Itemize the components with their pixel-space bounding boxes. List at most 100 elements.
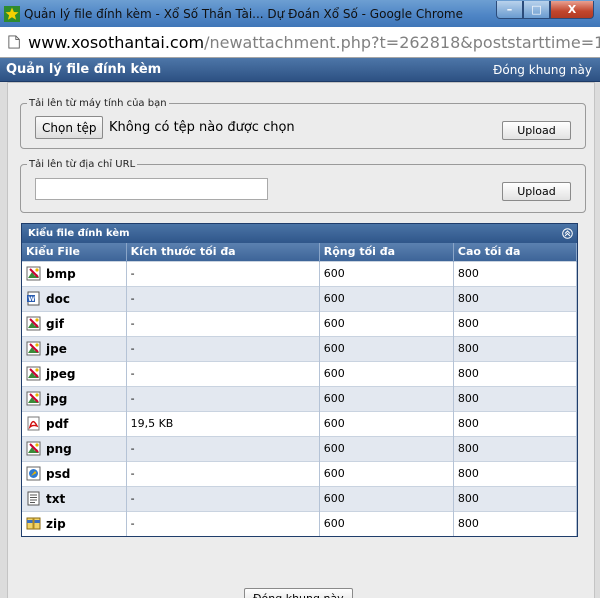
file-type: jpeg <box>46 367 76 381</box>
file-type-cell: pdf <box>22 410 127 436</box>
max-width-cell: 600 <box>319 360 454 386</box>
max-height-cell: 800 <box>453 360 578 386</box>
file-type-cell: gif <box>22 310 127 336</box>
upload-url-group: Tải lên từ địa chỉ URL Upload <box>20 159 586 213</box>
column-header: Cao tối đa <box>453 243 578 261</box>
table-row: psd -600 800 <box>22 460 578 486</box>
upload-local-group: Tải lên từ máy tính của bạn Chọn tệp Khô… <box>20 98 586 149</box>
image-icon <box>26 341 41 356</box>
file-type-cell: zip <box>22 510 127 536</box>
table-row: txt -600 800 <box>22 485 578 511</box>
table-row: png -600 800 <box>22 435 578 461</box>
table-header-row: Kiểu File Kích thước tối đa Rộng tối đa … <box>22 243 578 261</box>
file-type: txt <box>46 492 66 506</box>
max-size-cell: - <box>126 435 320 461</box>
minimize-button[interactable]: – <box>496 1 523 19</box>
column-header: Rộng tối đa <box>319 243 454 261</box>
max-size-cell: - <box>126 310 320 336</box>
file-type: jpg <box>46 392 68 406</box>
text-icon <box>26 491 41 506</box>
file-type: psd <box>46 467 71 481</box>
max-size-cell: - <box>126 260 320 286</box>
choose-file-button[interactable]: Chọn tệp <box>35 116 104 139</box>
max-width-cell: 600 <box>319 385 454 411</box>
max-height-cell: 800 <box>453 260 578 286</box>
column-header: Kích thước tối đa <box>126 243 320 261</box>
max-height-cell: 800 <box>453 310 578 336</box>
file-type-cell: psd <box>22 460 127 486</box>
max-size-cell: - <box>126 510 320 536</box>
image-icon <box>26 366 41 381</box>
max-height-cell: 800 <box>453 285 578 311</box>
pdf-icon <box>26 416 41 431</box>
star-icon <box>4 5 20 22</box>
svg-text:W: W <box>28 296 35 303</box>
window-titlebar: Quản lý file đính kèm - Xổ Số Thần Tài..… <box>0 0 600 27</box>
upload-url-legend: Tải lên từ địa chỉ URL <box>29 159 136 170</box>
max-width-cell: 600 <box>319 285 454 311</box>
page-icon <box>8 35 20 49</box>
max-width-cell: 600 <box>319 260 454 286</box>
file-type: png <box>46 442 72 456</box>
table-row: zip -600 800 <box>22 510 578 536</box>
file-type: gif <box>46 317 64 331</box>
table-caption: Kiểu file đính kèm <box>28 228 130 239</box>
file-types-grid: Kiểu File Kích thước tối đa Rộng tối đa … <box>22 243 578 536</box>
archive-icon <box>26 516 41 531</box>
file-type: doc <box>46 292 70 306</box>
window-controls: – □ X <box>496 1 594 19</box>
close-link[interactable]: Đóng khung này <box>493 63 592 77</box>
close-window-button[interactable]: X <box>550 1 594 19</box>
url-host: www.xosothantai.com <box>28 32 205 52</box>
url-text[interactable]: www.xosothantai.com/newattachment.php?t=… <box>28 33 600 52</box>
maximize-button[interactable]: □ <box>523 1 550 19</box>
file-type-cell: png <box>22 435 127 461</box>
file-type-cell: jpe <box>22 335 127 361</box>
file-types-table: Kiểu file đính kèm Kiểu File Kích thước … <box>21 223 578 537</box>
max-size-cell: 19,5 KB <box>126 410 320 436</box>
max-width-cell: 600 <box>319 485 454 511</box>
close-window-footer-button[interactable]: Đóng khung này <box>244 588 353 598</box>
max-size-cell: - <box>126 385 320 411</box>
url-path: /newattachment.php?t=262818&poststarttim… <box>204 32 600 52</box>
max-height-cell: 800 <box>453 510 578 536</box>
word-icon: W <box>26 291 41 306</box>
collapse-icon[interactable] <box>562 228 573 239</box>
max-height-cell: 800 <box>453 410 578 436</box>
file-type: jpe <box>46 342 67 356</box>
file-type-cell: jpeg <box>22 360 127 386</box>
column-header: Kiểu File <box>22 243 127 261</box>
table-row: jpe -600 800 <box>22 335 578 361</box>
file-type: pdf <box>46 417 69 431</box>
file-type: zip <box>46 517 66 532</box>
table-row: bmp -600 800 <box>22 260 578 286</box>
file-type-cell: jpg <box>22 385 127 411</box>
max-height-cell: 800 <box>453 335 578 361</box>
max-size-cell: - <box>126 460 320 486</box>
upload-url-button[interactable]: Upload <box>502 182 571 201</box>
address-bar[interactable]: www.xosothantai.com/newattachment.php?t=… <box>0 27 600 58</box>
image-icon <box>26 441 41 456</box>
max-height-cell: 800 <box>453 460 578 486</box>
main-panel: Tải lên từ máy tính của bạn Chọn tệp Khô… <box>7 82 595 598</box>
max-width-cell: 600 <box>319 435 454 461</box>
table-row: gif -600 800 <box>22 310 578 336</box>
file-type-cell: bmp <box>22 260 127 286</box>
table-row: Wdoc -600 800 <box>22 285 578 311</box>
upload-local-legend: Tải lên từ máy tính của bạn <box>29 98 167 109</box>
table-row: jpg -600 800 <box>22 385 578 411</box>
header-bar: Quản lý file đính kèm Đóng khung này <box>0 58 600 82</box>
max-width-cell: 600 <box>319 410 454 436</box>
file-type: bmp <box>46 267 76 281</box>
url-input[interactable] <box>35 178 268 200</box>
no-file-text: Không có tệp nào được chọn <box>109 120 295 135</box>
image-icon <box>26 266 41 281</box>
upload-local-button[interactable]: Upload <box>502 121 571 140</box>
file-type-cell: Wdoc <box>22 285 127 311</box>
max-width-cell: 600 <box>319 335 454 361</box>
page-title: Quản lý file đính kèm <box>6 62 162 77</box>
photoshop-icon <box>26 466 41 481</box>
table-row: pdf 19,5 KB 600 800 <box>22 410 578 436</box>
file-type-cell: txt <box>22 485 127 511</box>
max-size-cell: - <box>126 485 320 511</box>
